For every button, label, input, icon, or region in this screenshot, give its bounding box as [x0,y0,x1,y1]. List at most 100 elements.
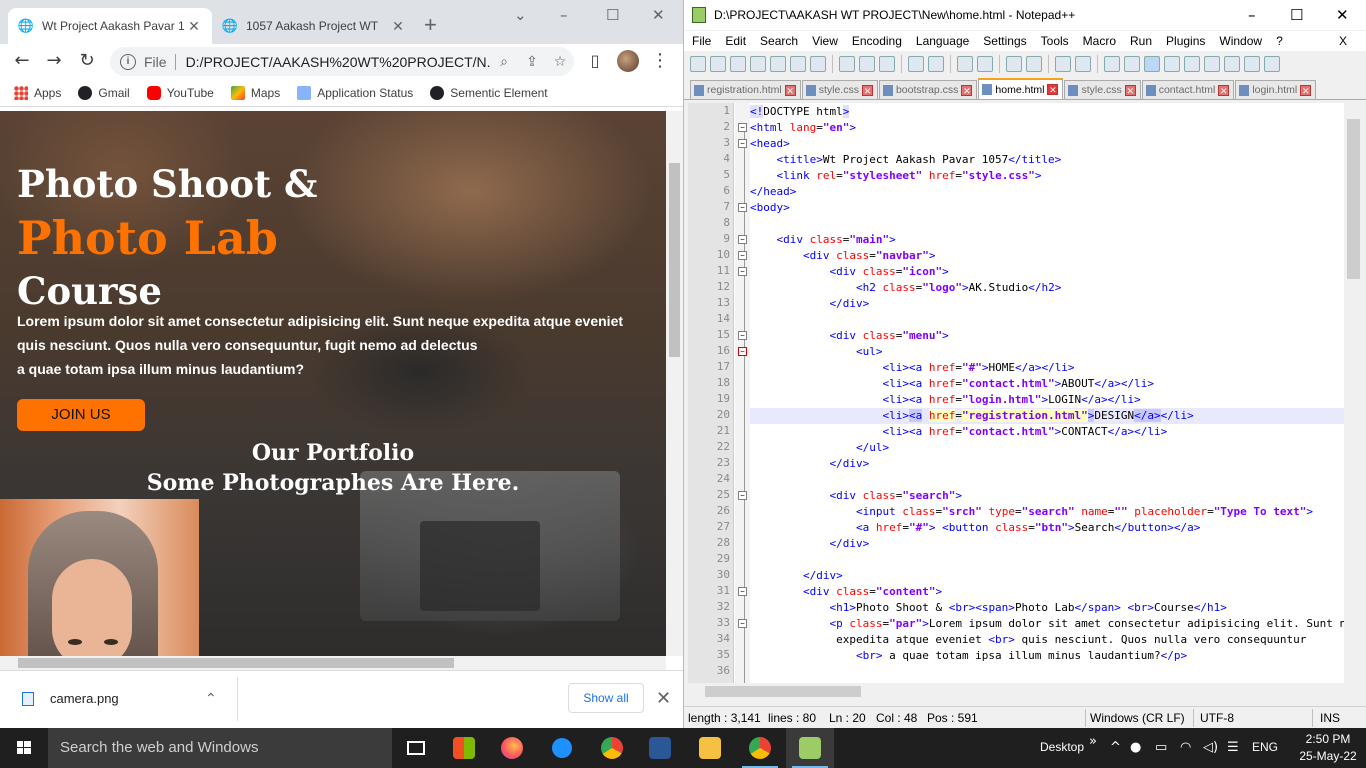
menu-kebab-icon[interactable]: ⋮ [648,50,672,72]
menu-language[interactable]: Language [916,34,969,48]
doc-tab-home-active[interactable]: home.html ✕ [978,78,1064,99]
code-line[interactable]: </div> [750,536,869,552]
new-tab-button[interactable]: + [424,13,437,37]
code-line[interactable]: </ul> [750,440,889,456]
code-line[interactable]: <li><a href="#">HOME</a></li> [750,360,1074,376]
close-all-icon[interactable] [790,56,806,72]
scrollbar-thumb[interactable] [705,686,861,697]
close-tab-icon[interactable]: ✕ [961,84,973,96]
code-line[interactable]: <br> a quae totam ipsa illum minus lauda… [750,648,1187,664]
doc-tab-contact[interactable]: contact.html ✕ [1141,80,1235,99]
close-window-icon[interactable]: ✕ [652,6,665,24]
reload-icon[interactable]: ↻ [75,50,99,72]
browser-tab-active[interactable]: 🌐 Wt Project Aakash Pavar 1 ✕ [8,8,212,44]
close-tab-icon[interactable]: ✕ [1047,84,1059,95]
chevron-double-up-icon[interactable]: » [1089,734,1097,749]
maximize-icon[interactable]: ☐ [1290,6,1303,24]
bookmark-star-icon[interactable]: ☆ [546,54,574,70]
menu-view[interactable]: View [812,34,838,48]
address-bar[interactable]: i File D:/PROJECT/AAKASH%20WT%20PROJECT/… [110,47,574,76]
bookmark-maps[interactable]: Maps [230,85,280,100]
minimize-icon[interactable]: – [1248,6,1256,24]
wifi-icon[interactable]: ◠ [1180,740,1191,755]
menu-macro[interactable]: Macro [1083,34,1116,48]
menu-encoding[interactable]: Encoding [852,34,902,48]
database-app-icon[interactable] [636,728,684,768]
system-clock[interactable]: 2:50 PM 25-May-22 [1298,731,1358,765]
code-line[interactable]: <!DOCTYPE html> [750,104,850,120]
code-line[interactable]: <li><a href="login.html">LOGIN</a></li> [750,392,1140,408]
indent-guide-icon[interactable] [1144,56,1160,72]
menu-window[interactable]: Window [1219,34,1262,48]
menu-help[interactable]: ? [1276,34,1283,48]
profile-avatar[interactable] [617,50,639,72]
code-line[interactable]: <a href="#"> <button class="btn">Search<… [750,520,1200,536]
forward-arrow-icon[interactable]: → [42,50,66,72]
fold-toggle-icon[interactable]: − [738,347,747,356]
fold-toggle-icon[interactable]: − [738,235,747,244]
battery-icon[interactable]: ▭ [1155,740,1167,755]
code-line[interactable]: <li><a href="contact.html">CONTACT</a></… [750,424,1167,440]
menu-file[interactable]: File [692,34,711,48]
new-file-icon[interactable] [690,56,706,72]
zoom-icon[interactable]: ⌕ [490,54,518,70]
firefox-icon[interactable] [488,728,536,768]
editor-vertical-scrollbar[interactable] [1344,103,1363,683]
copy-icon[interactable] [859,56,875,72]
page-horizontal-scrollbar[interactable] [0,656,666,670]
close-window-icon[interactable]: ✕ [1336,6,1349,24]
doc-tab-login[interactable]: login.html ✕ [1235,80,1317,99]
code-line[interactable]: <ul> [750,344,883,360]
code-line[interactable]: <link rel="stylesheet" href="style.css"> [750,168,1042,184]
fold-toggle-icon[interactable]: − [738,139,747,148]
scrollbar-thumb[interactable] [669,163,680,357]
show-all-chars-icon[interactable] [1124,56,1140,72]
code-line[interactable]: <div class="icon"> [750,264,948,280]
task-view-icon[interactable] [392,728,440,768]
chrome-icon[interactable] [588,728,636,768]
word-wrap-icon[interactable] [1104,56,1120,72]
fold-toggle-icon[interactable]: − [738,491,747,500]
maximize-icon[interactable]: ☐ [606,6,619,24]
edge-icon[interactable] [538,728,586,768]
fold-toggle-icon[interactable]: − [738,123,747,132]
dropdown-chevron-icon[interactable]: ⌄ [514,6,527,24]
menu-settings[interactable]: Settings [983,34,1026,48]
windows-start-icon[interactable] [0,728,48,768]
code-line[interactable]: <li><a href="registration.html">DESIGN</… [750,408,1344,424]
tray-app-icon[interactable]: ● [1130,740,1141,755]
close-document-icon[interactable]: X [1339,34,1347,48]
menu-run[interactable]: Run [1130,34,1152,48]
code-line[interactable]: </div> [750,456,869,472]
share-icon[interactable]: ⇪ [518,54,546,70]
menu-edit[interactable]: Edit [725,34,746,48]
close-icon[interactable]: ✕ [656,688,671,709]
cut-icon[interactable] [839,56,855,72]
fold-toggle-icon[interactable]: − [738,331,747,340]
save-icon[interactable] [730,56,746,72]
code-line[interactable]: <input class="srch" type="search" name="… [750,504,1313,520]
close-tab-icon[interactable]: ✕ [784,84,796,96]
folder-as-workspace-icon[interactable] [1204,56,1220,72]
chrome-running-icon[interactable] [736,728,784,768]
menu-search[interactable]: Search [760,34,798,48]
code-line[interactable]: </div> [750,568,843,584]
monitor-icon[interactable] [1224,56,1240,72]
code-line[interactable]: <div class="navbar"> [750,248,935,264]
bookmark-apps[interactable]: Apps [14,85,61,100]
undo-icon[interactable] [908,56,924,72]
code-line[interactable]: <p class="par">Lorem ipsum dolor sit ame… [750,616,1344,632]
code-line[interactable]: <h1>Photo Shoot & <br><span>Photo Lab</s… [750,600,1226,616]
url-text[interactable]: D:/PROJECT/AAKASH%20WT%20PROJECT/N... [186,54,490,70]
sync-scroll-h-icon[interactable] [1075,56,1091,72]
function-list-icon[interactable] [1184,56,1200,72]
minimize-icon[interactable]: – [560,6,568,24]
browser-tab[interactable]: 🌐 1057 Aakash Project WT ✕ [212,8,416,44]
taskbar-search-box[interactable]: Search the web and Windows [48,728,392,768]
menu-plugins[interactable]: Plugins [1166,34,1205,48]
sync-scroll-v-icon[interactable] [1055,56,1071,72]
doc-tab-registration[interactable]: registration.html ✕ [690,80,801,99]
close-file-icon[interactable] [770,56,786,72]
doc-tab-style[interactable]: style.css ✕ [801,80,878,99]
close-tab-icon[interactable]: ✕ [861,84,873,96]
